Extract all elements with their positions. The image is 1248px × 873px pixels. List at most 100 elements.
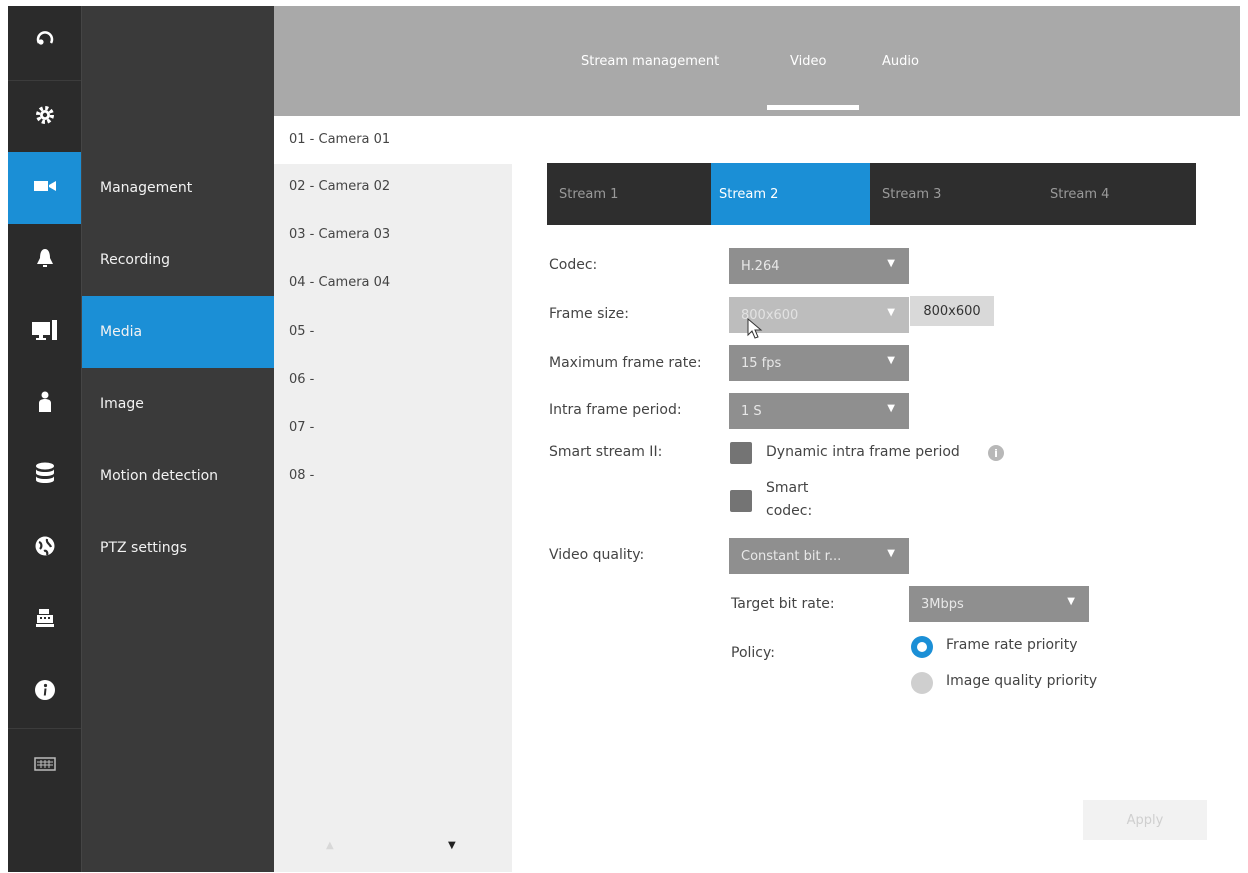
rail-user[interactable] bbox=[8, 368, 81, 440]
rail-network[interactable] bbox=[8, 512, 81, 584]
menu-item-label: Motion detection bbox=[100, 468, 219, 484]
select-value: H.264 bbox=[741, 258, 780, 274]
select-value: 3Mbps bbox=[921, 596, 964, 612]
policy-label: Policy: bbox=[731, 645, 775, 661]
target-bit-rate-label: Target bit rate: bbox=[731, 596, 835, 612]
tab-stream-4[interactable]: Stream 4 bbox=[1032, 163, 1196, 225]
stream-tab-label: Stream 1 bbox=[559, 186, 619, 202]
menu-item-recording[interactable]: Recording bbox=[82, 224, 275, 296]
video-quality-label: Video quality: bbox=[549, 547, 645, 563]
rail-settings[interactable] bbox=[8, 82, 81, 152]
menu-item-label: Recording bbox=[100, 252, 171, 268]
rail-storage[interactable] bbox=[8, 440, 81, 512]
camera-item-02[interactable]: 02 - Camera 02 bbox=[289, 179, 390, 194]
mouse-cursor-icon bbox=[747, 317, 763, 344]
video-quality-select[interactable]: Constant bit r... ▼ bbox=[729, 538, 909, 574]
max-frame-rate-select[interactable]: 15 fps ▼ bbox=[729, 345, 909, 381]
cash-register-icon bbox=[33, 606, 57, 634]
tab-stream-management[interactable]: Stream management bbox=[581, 54, 719, 69]
info-icon bbox=[33, 678, 57, 706]
monitor-icon bbox=[30, 318, 60, 346]
max-frame-rate-label: Maximum frame rate: bbox=[549, 355, 702, 371]
apply-button-label: Apply bbox=[1126, 812, 1164, 828]
intra-frame-period-select[interactable]: 1 S ▼ bbox=[729, 393, 909, 429]
logout-icon bbox=[33, 28, 57, 56]
menu-item-label: PTZ settings bbox=[100, 540, 187, 556]
camera-item-06[interactable]: 06 - bbox=[289, 372, 314, 387]
image-quality-priority-radio[interactable] bbox=[911, 672, 933, 694]
rail-pos[interactable] bbox=[8, 584, 81, 656]
smart-codec-label-line1: Smart bbox=[766, 480, 809, 496]
apply-button[interactable]: Apply bbox=[1083, 800, 1207, 840]
top-tab-bar: Stream management Video Audio bbox=[274, 6, 1240, 116]
scroll-down-icon[interactable]: ▼ bbox=[448, 840, 456, 851]
stream-tab-label: Stream 4 bbox=[1050, 186, 1110, 202]
menu-item-label: Management bbox=[100, 180, 193, 196]
select-value: 1 S bbox=[741, 403, 762, 419]
dynamic-intra-label: Dynamic intra frame period bbox=[766, 444, 960, 460]
smart-stream-label: Smart stream II: bbox=[549, 444, 663, 460]
chevron-down-icon: ▼ bbox=[887, 403, 895, 414]
target-bit-rate-select[interactable]: 3Mbps ▼ bbox=[909, 586, 1089, 622]
rail-display[interactable] bbox=[8, 296, 81, 368]
settings-menu: Management Recording Media Image Motion … bbox=[81, 6, 275, 872]
gear-icon bbox=[33, 103, 57, 131]
dynamic-intra-checkbox[interactable] bbox=[730, 442, 752, 464]
tab-stream-3[interactable]: Stream 3 bbox=[870, 163, 1032, 225]
menu-item-image[interactable]: Image bbox=[82, 368, 275, 440]
camera-item-01[interactable]: 01 - Camera 01 bbox=[289, 132, 390, 147]
camera-item-08[interactable]: 08 - bbox=[289, 468, 314, 483]
select-value: Constant bit r... bbox=[741, 548, 842, 564]
tab-stream-2[interactable]: Stream 2 bbox=[711, 163, 870, 225]
camera-item-05[interactable]: 05 - bbox=[289, 324, 314, 339]
chevron-down-icon: ▼ bbox=[887, 258, 895, 269]
menu-item-label: Image bbox=[100, 396, 144, 412]
menu-item-media[interactable]: Media bbox=[82, 296, 275, 368]
keyboard-icon bbox=[33, 753, 57, 777]
frame-rate-priority-radio[interactable] bbox=[911, 636, 933, 658]
chevron-down-icon: ▼ bbox=[1067, 596, 1075, 607]
chevron-down-icon: ▼ bbox=[887, 307, 895, 318]
database-icon bbox=[33, 461, 57, 491]
frame-size-tooltip: 800x600 bbox=[910, 296, 994, 326]
rail-keyboard[interactable] bbox=[8, 730, 81, 800]
rail-divider bbox=[8, 728, 81, 729]
rail-camera[interactable] bbox=[8, 152, 81, 224]
rail-logout[interactable] bbox=[8, 6, 81, 78]
select-value: 15 fps bbox=[741, 355, 782, 371]
alarm-bell-icon bbox=[33, 246, 57, 274]
tab-stream-1[interactable]: Stream 1 bbox=[547, 163, 711, 225]
video-settings-panel bbox=[512, 116, 1240, 872]
stream-tabs: Stream 1 Stream 2 Stream 3 Stream 4 bbox=[547, 163, 1196, 225]
frame-size-label: Frame size: bbox=[549, 306, 629, 322]
camera-item-07[interactable]: 07 - bbox=[289, 420, 314, 435]
smart-codec-checkbox[interactable] bbox=[730, 490, 752, 512]
chevron-down-icon: ▼ bbox=[887, 548, 895, 559]
frame-rate-priority-label: Frame rate priority bbox=[946, 637, 1078, 653]
codec-label: Codec: bbox=[549, 257, 598, 273]
rail-divider bbox=[8, 80, 81, 81]
tab-audio[interactable]: Audio bbox=[882, 54, 919, 69]
globe-icon bbox=[33, 534, 57, 562]
icon-rail bbox=[8, 6, 81, 872]
stream-tab-label: Stream 3 bbox=[882, 186, 942, 202]
user-icon bbox=[34, 390, 56, 418]
rail-alarm[interactable] bbox=[8, 224, 81, 296]
smart-codec-label-line2: codec: bbox=[766, 503, 813, 519]
camera-item-04[interactable]: 04 - Camera 04 bbox=[289, 275, 390, 290]
camera-icon bbox=[32, 176, 58, 200]
info-icon[interactable]: i bbox=[988, 445, 1004, 461]
chevron-down-icon: ▼ bbox=[887, 355, 895, 366]
codec-select[interactable]: H.264 ▼ bbox=[729, 248, 909, 284]
stream-tab-label: Stream 2 bbox=[719, 186, 779, 202]
menu-item-motion-detection[interactable]: Motion detection bbox=[82, 440, 275, 512]
image-quality-priority-label: Image quality priority bbox=[946, 673, 1098, 689]
rail-about[interactable] bbox=[8, 656, 81, 728]
menu-item-ptz-settings[interactable]: PTZ settings bbox=[82, 512, 275, 584]
menu-item-label: Media bbox=[100, 324, 143, 340]
camera-item-03[interactable]: 03 - Camera 03 bbox=[289, 227, 390, 242]
menu-item-management[interactable]: Management bbox=[82, 152, 275, 224]
tab-video[interactable]: Video bbox=[790, 54, 826, 69]
active-tab-indicator bbox=[767, 105, 859, 110]
scroll-up-icon[interactable]: ▲ bbox=[326, 840, 334, 851]
